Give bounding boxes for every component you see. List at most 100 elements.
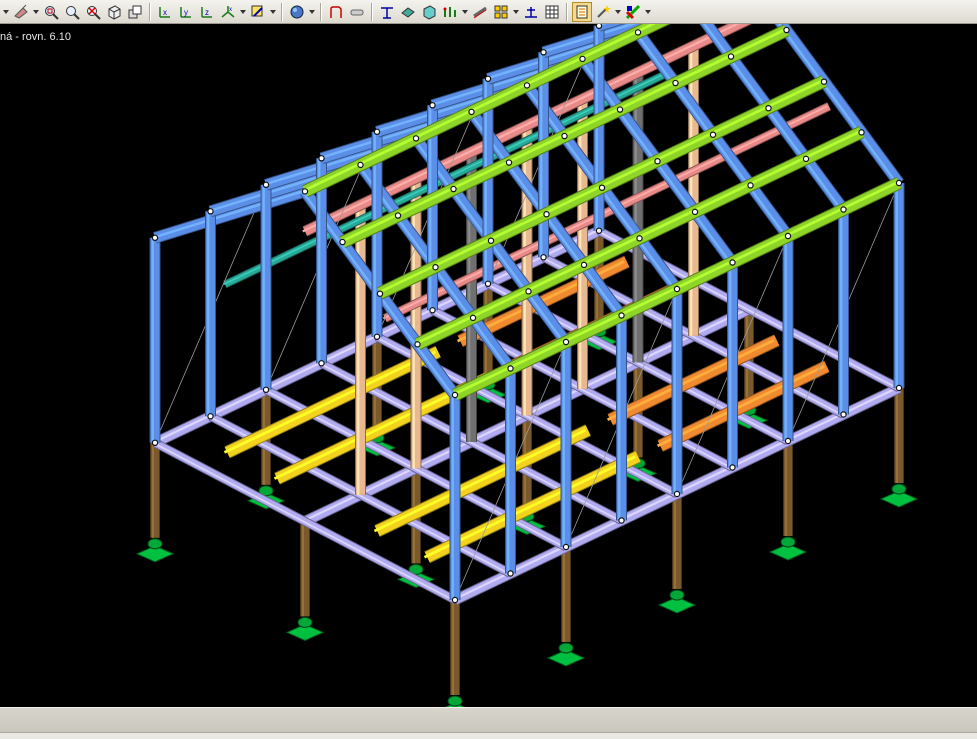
node-point[interactable]: [151, 234, 159, 241]
support-icon[interactable]: [657, 589, 697, 614]
measure-button[interactable]: [377, 2, 397, 22]
node-point[interactable]: [451, 596, 459, 604]
node-point[interactable]: [357, 161, 364, 169]
node-point[interactable]: [618, 312, 625, 319]
node-point[interactable]: [802, 155, 810, 163]
members-button[interactable]: [440, 2, 460, 22]
dropdown-arrow-icon[interactable]: [239, 2, 247, 22]
node-point[interactable]: [784, 437, 792, 445]
node-point[interactable]: [207, 208, 214, 215]
colors-button[interactable]: [623, 2, 643, 22]
node-point[interactable]: [895, 384, 903, 392]
node-point[interactable]: [858, 129, 865, 136]
solid-button[interactable]: [419, 2, 439, 22]
dropdown-arrow-icon[interactable]: [2, 2, 10, 22]
node-point[interactable]: [429, 307, 436, 314]
node-point[interactable]: [729, 259, 736, 266]
grid-button[interactable]: [491, 2, 511, 22]
dropdown-arrow-icon[interactable]: [461, 2, 469, 22]
zoom-button[interactable]: [62, 2, 82, 22]
layers-button[interactable]: [572, 1, 592, 22]
node-point[interactable]: [262, 181, 270, 188]
node-point[interactable]: [394, 212, 402, 219]
node-point[interactable]: [673, 285, 681, 293]
node-point[interactable]: [505, 159, 513, 166]
support-icon[interactable]: [768, 536, 808, 561]
node-point[interactable]: [429, 102, 436, 109]
node-point[interactable]: [673, 490, 681, 498]
node-point[interactable]: [691, 208, 699, 216]
dropdown-arrow-icon[interactable]: [614, 2, 622, 22]
node-point[interactable]: [507, 365, 514, 372]
node-point[interactable]: [765, 104, 772, 112]
node-point[interactable]: [561, 132, 568, 140]
node-point[interactable]: [895, 179, 903, 187]
magic-wand-button[interactable]: [593, 2, 613, 22]
node-point[interactable]: [729, 464, 736, 471]
node-point[interactable]: [562, 543, 570, 551]
view-xyz-button[interactable]: x: [218, 2, 238, 22]
dropdown-arrow-icon[interactable]: [308, 2, 316, 22]
node-point[interactable]: [484, 280, 492, 287]
node-point[interactable]: [412, 135, 420, 142]
node-point[interactable]: [616, 106, 624, 113]
node-point[interactable]: [595, 227, 603, 234]
node-point[interactable]: [784, 232, 792, 240]
node-point[interactable]: [618, 517, 625, 524]
dropdown-arrow-icon[interactable]: [269, 2, 277, 22]
node-point[interactable]: [373, 128, 381, 136]
node-point[interactable]: [469, 314, 477, 322]
node-point[interactable]: [540, 49, 547, 56]
view-z-button[interactable]: z: [197, 2, 217, 22]
support-icon[interactable]: [285, 616, 325, 641]
support-icon[interactable]: [135, 538, 175, 563]
dropdown-arrow-icon[interactable]: [512, 2, 520, 22]
node-point[interactable]: [318, 360, 325, 367]
node-point[interactable]: [840, 206, 847, 213]
node-point[interactable]: [727, 53, 735, 60]
node-point[interactable]: [487, 237, 495, 244]
node-point[interactable]: [523, 82, 531, 89]
zoom-cancel-button[interactable]: [83, 2, 103, 22]
node-point[interactable]: [207, 413, 214, 420]
node-point[interactable]: [783, 26, 790, 34]
node-point[interactable]: [376, 290, 384, 297]
surface-button[interactable]: [398, 2, 418, 22]
node-point[interactable]: [484, 75, 492, 83]
node-point[interactable]: [579, 55, 586, 63]
node-point[interactable]: [595, 24, 603, 29]
node-point[interactable]: [373, 333, 381, 340]
node-point[interactable]: [562, 338, 570, 346]
node-point[interactable]: [450, 185, 457, 193]
node-point[interactable]: [468, 108, 475, 116]
node-point[interactable]: [840, 411, 847, 418]
structure-model[interactable]: [0, 24, 977, 707]
section-button[interactable]: [347, 2, 367, 22]
node-point[interactable]: [507, 570, 514, 577]
node-point[interactable]: [451, 391, 459, 399]
node-point[interactable]: [636, 235, 643, 242]
node-point[interactable]: [414, 341, 421, 348]
node-point[interactable]: [634, 29, 642, 36]
node-point[interactable]: [262, 386, 270, 393]
dimension-button[interactable]: [521, 2, 541, 22]
support-icon[interactable]: [437, 695, 473, 707]
node-point[interactable]: [318, 155, 325, 162]
dropdown-arrow-icon[interactable]: [644, 2, 652, 22]
node-point[interactable]: [540, 254, 547, 261]
node-point[interactable]: [151, 439, 159, 446]
node-point[interactable]: [747, 182, 754, 189]
pipe-button[interactable]: [11, 2, 31, 22]
node-point[interactable]: [301, 188, 309, 195]
view-box-button[interactable]: [104, 2, 124, 22]
render-options-button[interactable]: [248, 2, 268, 22]
ruler-button[interactable]: [470, 2, 490, 22]
node-point[interactable]: [820, 78, 828, 85]
node-point[interactable]: [598, 184, 606, 191]
node-point[interactable]: [654, 157, 661, 165]
node-point[interactable]: [580, 261, 588, 269]
node-point[interactable]: [432, 263, 439, 271]
view-multi-button[interactable]: [125, 2, 145, 22]
node-point[interactable]: [709, 131, 717, 138]
view-y-button[interactable]: y: [176, 2, 196, 22]
